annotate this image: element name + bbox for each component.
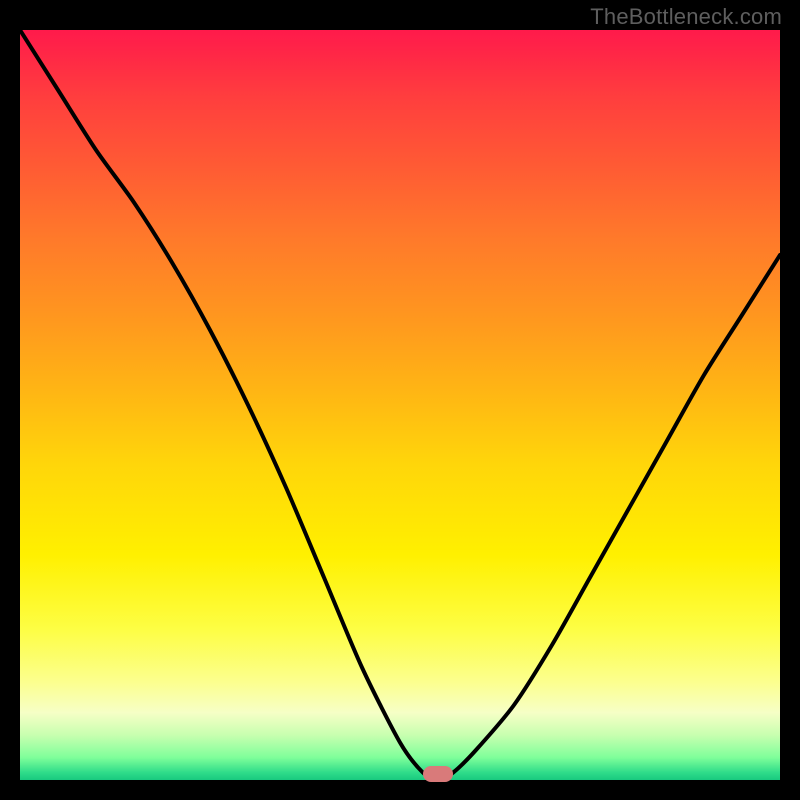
- attribution-label: TheBottleneck.com: [590, 4, 782, 30]
- plot-area: [20, 30, 780, 780]
- dip-marker: [423, 766, 453, 782]
- chart-frame: TheBottleneck.com: [0, 0, 800, 800]
- bottleneck-curve: [20, 30, 780, 780]
